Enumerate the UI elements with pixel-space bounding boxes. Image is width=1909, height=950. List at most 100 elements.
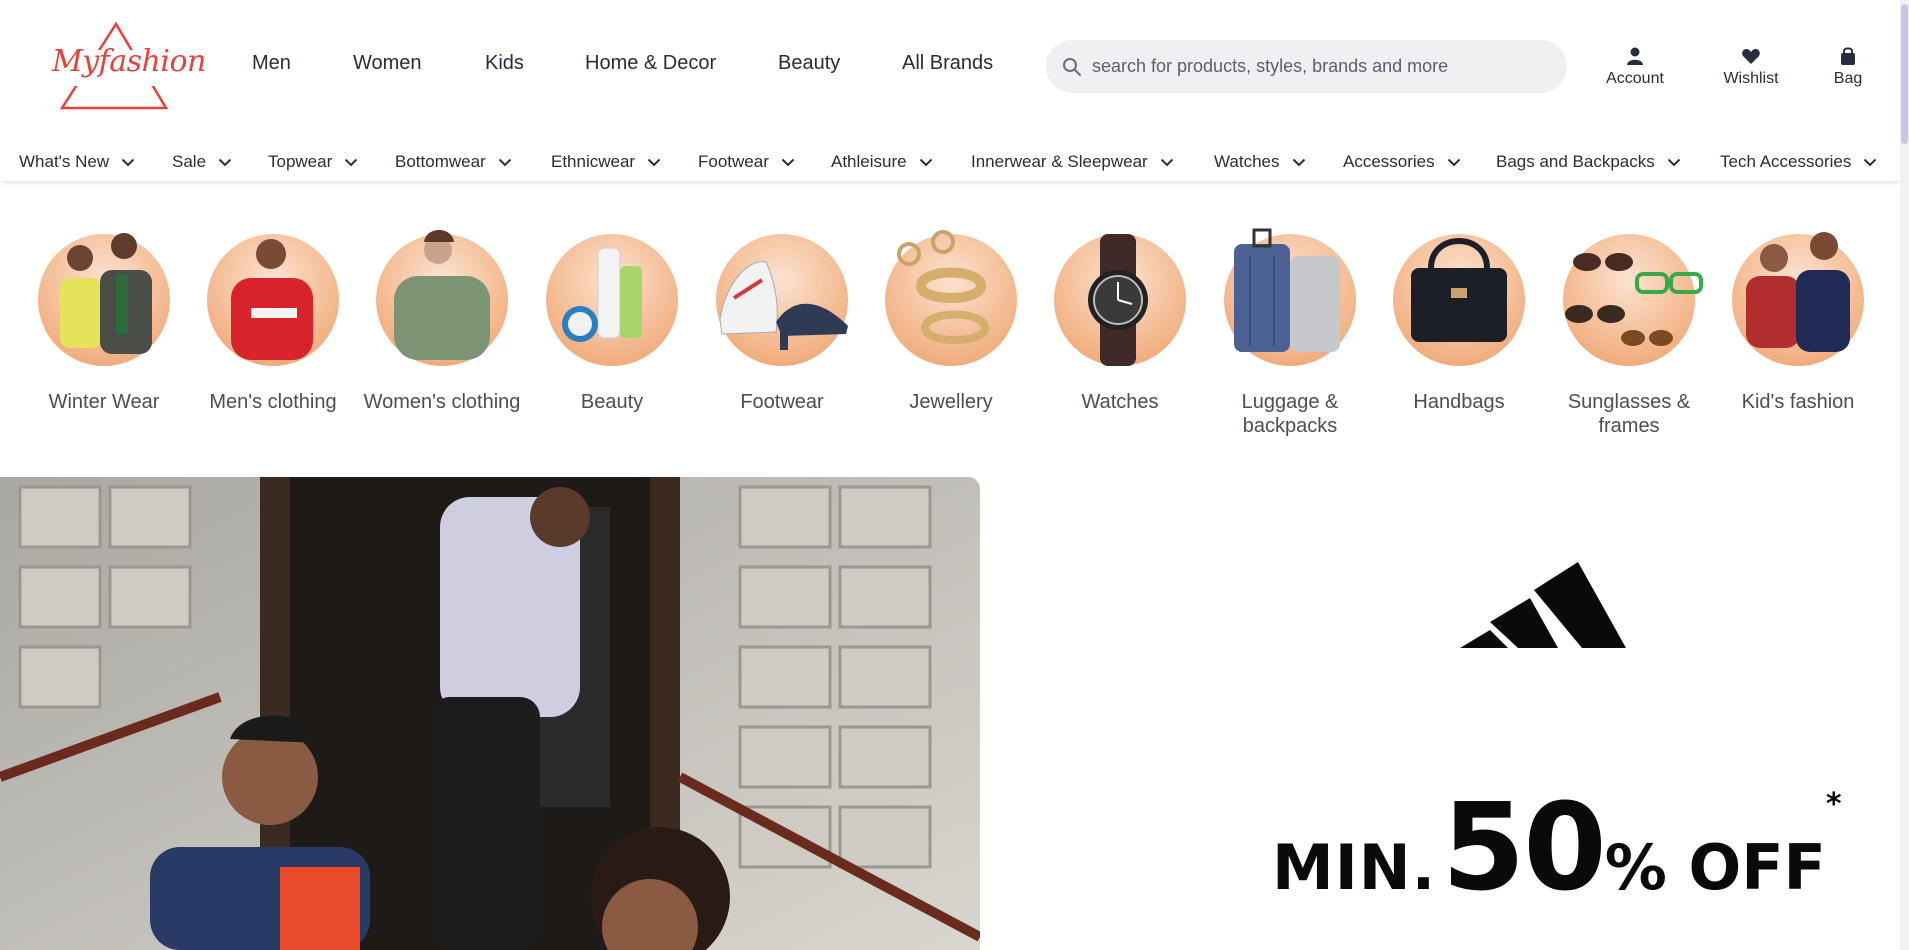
header: Myfashion Men Women Kids Home & Decor Be…	[0, 0, 1900, 130]
search-icon[interactable]	[1062, 57, 1082, 77]
nav-women[interactable]: Women	[353, 52, 422, 75]
logo-text: Myfashion	[52, 44, 206, 79]
nav-men[interactable]: Men	[252, 52, 291, 75]
scrollbar-thumb[interactable]	[1901, 4, 1908, 144]
catbar-label: Ethnicwear	[551, 152, 636, 171]
circle-label: Handbags	[1413, 391, 1505, 413]
category-circles: Winter Wear Men's clothing Women's cloth…	[0, 210, 1900, 440]
watches-image	[1054, 234, 1186, 366]
offer-min: MIN.	[1272, 831, 1437, 904]
circle-kids-fashion[interactable]: Kid's fashion	[1713, 210, 1883, 414]
offer-asterisk: *	[1825, 787, 1842, 822]
catbar-label: Innerwear & Sleepwear	[971, 152, 1148, 171]
catbar-label: Athleisure	[831, 152, 907, 171]
circle-beauty[interactable]: Beauty	[527, 210, 697, 414]
page-scrollbar[interactable]	[1900, 0, 1909, 950]
chevron-down-icon	[498, 158, 511, 166]
nav-beauty[interactable]: Beauty	[778, 52, 840, 75]
catbar-label: Bottomwear	[395, 152, 486, 171]
account-button[interactable]: Account	[1590, 44, 1680, 94]
bag-button[interactable]: Bag	[1803, 44, 1893, 94]
catbar-label: Watches	[1214, 152, 1280, 171]
circle-label: Men's clothing	[209, 391, 337, 413]
chevron-down-icon	[647, 158, 661, 166]
search-bar	[1046, 40, 1567, 93]
beauty-image	[546, 234, 678, 366]
bag-icon	[1841, 47, 1855, 65]
catbar-item-sale[interactable]: Sale	[172, 150, 232, 174]
catbar-label: Topwear	[268, 152, 333, 171]
jewellery-image	[885, 230, 1017, 366]
circle-label: Watches	[1081, 391, 1159, 413]
catbar-item-topwear[interactable]: Topwear	[268, 150, 358, 174]
catbar-item-footwear[interactable]: Footwear	[698, 150, 795, 174]
nav-home-decor[interactable]: Home & Decor	[585, 52, 716, 75]
chevron-down-icon	[1160, 158, 1173, 166]
catbar-item-ethnicwear[interactable]: Ethnicwear	[551, 150, 661, 174]
catbar-label: Footwear	[698, 152, 769, 171]
catbar-item-tech-accessories[interactable]: Tech Accessories	[1720, 150, 1877, 174]
chevron-down-icon	[1292, 158, 1305, 166]
womens-clothing-image	[376, 230, 508, 366]
catbar-item-innerwear[interactable]: Innerwear & Sleepwear	[971, 150, 1174, 174]
chevron-down-icon	[345, 158, 358, 166]
user-icon	[1627, 47, 1643, 65]
circle-label: Winter Wear	[48, 391, 160, 413]
catbar-label: Accessories	[1343, 152, 1435, 171]
promo-banner-image[interactable]	[0, 477, 980, 950]
catbar-item-whats-new[interactable]: What's New	[19, 150, 135, 174]
circle-womens-clothing[interactable]: Women's clothing	[357, 210, 527, 414]
circle-sunglasses[interactable]: Sunglasses & frames	[1544, 210, 1714, 438]
offer-text: MIN. 50% OFF *	[1272, 779, 1842, 918]
chevron-down-icon	[1447, 158, 1460, 166]
catbar-item-watches[interactable]: Watches	[1214, 150, 1306, 174]
circle-label: Luggage & backpacks	[1241, 391, 1339, 437]
chevron-down-icon	[1667, 158, 1680, 166]
catbar-item-athleisure[interactable]: Athleisure	[831, 150, 933, 174]
category-bar: What's New Sale Topwear Bottomwear Ethni…	[0, 142, 1900, 182]
circle-footwear[interactable]: Footwear	[697, 210, 867, 414]
wishlist-label: Wishlist	[1723, 70, 1779, 87]
chevron-down-icon	[919, 158, 932, 166]
winter-wear-image	[38, 233, 170, 366]
circle-label: Jewellery	[909, 391, 993, 413]
circle-handbags[interactable]: Handbags	[1374, 210, 1544, 414]
mens-clothing-image	[207, 234, 339, 366]
catbar-label: Sale	[172, 152, 207, 171]
circle-watches[interactable]: Watches	[1035, 210, 1205, 414]
catbar-label: What's New	[19, 152, 110, 171]
kids-fashion-image	[1732, 232, 1864, 366]
circle-label: Kid's fashion	[1741, 391, 1855, 413]
sunglasses-image	[1563, 234, 1703, 366]
catbar-item-accessories[interactable]: Accessories	[1343, 150, 1461, 174]
circle-luggage[interactable]: Luggage & backpacks	[1205, 210, 1375, 438]
circle-label: Sunglasses & frames	[1567, 391, 1691, 437]
circle-label: Beauty	[580, 391, 644, 413]
brand-logo-icon	[1460, 562, 1626, 648]
catbar-item-bottomwear[interactable]: Bottomwear	[395, 150, 512, 174]
brand-offer-banner[interactable]: MIN. 50% OFF *	[1000, 477, 1900, 950]
offer-percent-label: % OFF	[1604, 831, 1826, 904]
logo[interactable]: Myfashion	[44, 20, 206, 112]
chevron-down-icon	[781, 158, 795, 166]
nav-all-brands[interactable]: All Brands	[902, 52, 993, 75]
bag-label: Bag	[1833, 70, 1863, 87]
catbar-label: Tech Accessories	[1720, 152, 1852, 171]
catbar-item-bags-backpacks[interactable]: Bags and Backpacks	[1496, 150, 1681, 174]
search-input[interactable]	[1092, 40, 1562, 93]
banner-photo	[0, 477, 980, 950]
footwear-image	[716, 234, 848, 366]
heart-icon	[1742, 49, 1760, 64]
account-label: Account	[1606, 70, 1664, 87]
catbar-label: Bags and Backpacks	[1496, 152, 1655, 171]
nav-kids[interactable]: Kids	[485, 52, 524, 75]
circle-winter-wear[interactable]: Winter Wear	[19, 210, 189, 414]
chevron-down-icon	[121, 158, 135, 166]
circle-label: Women's clothing	[363, 391, 521, 413]
circle-jewellery[interactable]: Jewellery	[866, 210, 1036, 414]
handbags-image	[1393, 234, 1525, 366]
circle-mens-clothing[interactable]: Men's clothing	[188, 210, 358, 414]
luggage-image	[1224, 228, 1356, 366]
chevron-down-icon	[1864, 158, 1877, 166]
wishlist-button[interactable]: Wishlist	[1706, 44, 1796, 94]
